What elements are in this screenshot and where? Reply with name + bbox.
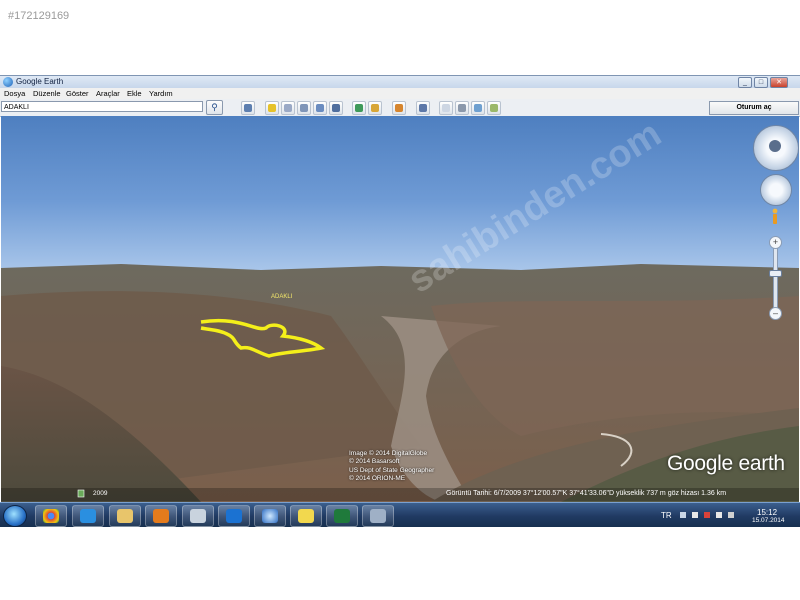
taskbar-explorer[interactable] [109, 505, 141, 527]
tools-icon [370, 509, 386, 523]
tour-button[interactable] [329, 101, 343, 115]
zoom-out-button[interactable]: – [769, 307, 782, 320]
zoom-thumb[interactable] [769, 270, 782, 277]
sunlight-button[interactable] [368, 101, 382, 115]
credit-line: US Dept of State Geographer [349, 466, 435, 474]
credit-line: © 2014 Basarsoft [349, 458, 400, 466]
status-bar: Görüntü Tarihi: 6/7/2009 37°12'00.57"K 3… [1, 488, 799, 501]
status-text: Görüntü Tarihi: 6/7/2009 37°12'00.57"K 3… [446, 490, 727, 497]
sidebar-icon [244, 104, 252, 112]
historical-imagery-icon[interactable] [77, 489, 85, 498]
start-button[interactable] [3, 505, 27, 527]
sunlight-icon [371, 104, 379, 112]
view-in-maps-icon [474, 104, 482, 112]
credit-line: © 2014 ORION-ME [349, 475, 406, 483]
eye-icon [769, 140, 781, 152]
email-button[interactable] [439, 101, 453, 115]
menu-yardim[interactable]: Yardım [149, 89, 173, 98]
search-icon: ⚲ [211, 102, 218, 112]
zoom-in-button[interactable]: + [769, 236, 782, 249]
window-title: Google Earth [16, 77, 64, 86]
toolbar: ADAKLI ⚲ Oturum aç [0, 99, 800, 117]
google-maps-icon [490, 104, 498, 112]
calculator-icon [190, 509, 206, 523]
excel-icon [334, 509, 350, 523]
close-button[interactable]: ✕ [770, 77, 788, 88]
teamviewer-icon [226, 509, 242, 523]
historical-imagery-button[interactable] [352, 101, 366, 115]
path-icon [300, 104, 308, 112]
move-control[interactable] [760, 174, 792, 206]
place-label[interactable]: ADAKLI [271, 294, 292, 300]
taskbar-calculator[interactable] [182, 505, 214, 527]
email-icon [442, 104, 450, 112]
zoom-slider[interactable] [773, 244, 778, 312]
internet-explorer-icon [80, 509, 96, 523]
image-overlay-button[interactable] [313, 101, 327, 115]
clock-time[interactable]: 15:12 [757, 508, 777, 517]
taskbar-media[interactable] [145, 505, 177, 527]
google-earth-brand: Google earth [667, 452, 785, 475]
taskbar-paint[interactable] [290, 505, 322, 527]
view-in-maps-button[interactable] [471, 101, 485, 115]
path-button[interactable] [297, 101, 311, 115]
historical-imagery-icon [355, 104, 363, 112]
minimize-button[interactable]: _ [738, 77, 752, 88]
taskbar-excel[interactable] [326, 505, 358, 527]
tray-alert-icon[interactable] [704, 512, 710, 518]
taskbar: TR 15:12 15.07.2014 [0, 502, 800, 527]
login-button[interactable]: Oturum aç [709, 101, 799, 115]
clock-date[interactable]: 15.07.2014 [752, 517, 785, 524]
imagery-year: 2009 [93, 490, 108, 497]
print-button[interactable] [455, 101, 469, 115]
map-viewport[interactable]: sahibinden.com ADAKLI Image © 2014 Digit… [1, 116, 799, 502]
tray-flag-icon[interactable] [716, 512, 722, 518]
tour-icon [332, 104, 340, 112]
tray-network-icon[interactable] [692, 512, 698, 518]
polygon-icon [284, 104, 292, 112]
imagery-credits: Image © 2014 DigitalGlobe © 2014 Basarso… [349, 450, 434, 484]
sidebar-button[interactable] [241, 101, 255, 115]
placemark-button[interactable] [265, 101, 279, 115]
menu-araclar[interactable]: Araçlar [96, 89, 120, 98]
planets-button[interactable] [392, 101, 406, 115]
taskbar-chrome[interactable] [35, 505, 67, 527]
title-bar: Google Earth _ □ ✕ [0, 75, 800, 89]
chrome-icon [43, 509, 59, 523]
tray-arrow-icon[interactable] [680, 512, 686, 518]
pegman-icon[interactable] [771, 208, 779, 226]
print-icon [458, 104, 466, 112]
folder-icon [117, 509, 133, 523]
menu-duzenle[interactable]: Düzenle [33, 89, 61, 98]
terrain [1, 264, 799, 502]
taskbar-ie[interactable] [72, 505, 104, 527]
paint-icon [298, 509, 314, 523]
placemark-icon [268, 104, 276, 112]
taskbar-teamviewer[interactable] [218, 505, 250, 527]
search-input[interactable]: ADAKLI [1, 101, 203, 112]
google-earth-icon [262, 509, 278, 523]
ruler-icon [419, 104, 427, 112]
taskbar-tools[interactable] [362, 505, 394, 527]
more-button[interactable] [487, 101, 501, 115]
menu-dosya[interactable]: Dosya [4, 89, 25, 98]
ruler-button[interactable] [416, 101, 430, 115]
image-overlay-icon [316, 104, 324, 112]
taskbar-google-earth[interactable] [254, 505, 286, 527]
search-button[interactable]: ⚲ [206, 100, 223, 115]
tray-volume-icon[interactable] [728, 512, 734, 518]
menu-goster[interactable]: Göster [66, 89, 89, 98]
menu-ekle[interactable]: Ekle [127, 89, 142, 98]
planets-icon [395, 104, 403, 112]
listing-id: #172129169 [8, 10, 70, 22]
language-indicator[interactable]: TR [661, 511, 672, 520]
media-player-icon [153, 509, 169, 523]
maximize-button[interactable]: □ [754, 77, 768, 88]
google-earth-logo-icon [3, 77, 13, 87]
polygon-button[interactable] [281, 101, 295, 115]
